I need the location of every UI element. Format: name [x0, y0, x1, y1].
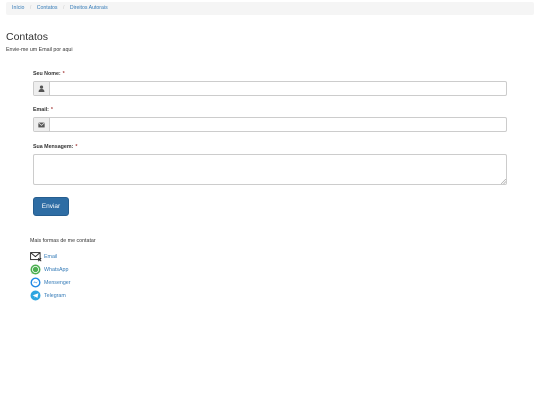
breadcrumb-separator: / [29, 5, 32, 11]
send-button[interactable]: Enviar [33, 197, 69, 216]
message-label: Sua Mensagem: * [33, 144, 77, 150]
name-label: Seu Nome: * [33, 71, 65, 77]
breadcrumb-contacts-link[interactable]: Contatos [37, 5, 58, 11]
breadcrumb-separator: / [62, 5, 65, 11]
whatsapp-icon [30, 264, 41, 275]
required-asterisk: * [75, 144, 78, 150]
contact-whatsapp-link[interactable]: WhatsApp [30, 264, 68, 275]
email-label-text: Email: [33, 107, 49, 113]
contact-messenger-label: Mensenger [44, 279, 71, 286]
page-title: Contatos [6, 31, 49, 43]
messenger-icon [30, 277, 41, 288]
other-contacts-title: Mais formas de me contatar [30, 238, 96, 244]
envelope-icon [34, 118, 50, 131]
name-label-text: Seu Nome: [33, 71, 61, 77]
name-input-group [33, 81, 507, 96]
name-input[interactable] [50, 82, 506, 95]
contact-whatsapp-label: WhatsApp [44, 266, 69, 273]
breadcrumb-copyright-link[interactable]: Direitos Autorais [70, 5, 108, 11]
required-asterisk: * [62, 71, 65, 77]
required-asterisk: * [50, 107, 53, 113]
message-textarea[interactable] [33, 154, 507, 185]
page-subtitle: Envie-me um Email por aqui [6, 47, 73, 53]
contact-telegram-link[interactable]: Telegram [30, 290, 66, 301]
email-input[interactable] [50, 118, 506, 131]
contact-messenger-link[interactable]: Mensenger [30, 277, 71, 288]
email-icon [30, 252, 42, 262]
breadcrumb-home-link[interactable]: Início [12, 5, 24, 11]
telegram-icon [30, 290, 41, 301]
contact-telegram-label: Telegram [44, 292, 66, 299]
message-label-text: Sua Mensagem: [33, 144, 74, 150]
breadcrumb: Início / Contatos / Direitos Autorais [6, 2, 534, 15]
user-icon [34, 82, 50, 95]
email-label: Email: * [33, 107, 53, 113]
email-input-group [33, 117, 507, 132]
contact-email-link[interactable]: Email [30, 251, 57, 262]
contact-email-label: Email [44, 253, 58, 260]
resize-grip-icon[interactable] [501, 179, 506, 184]
